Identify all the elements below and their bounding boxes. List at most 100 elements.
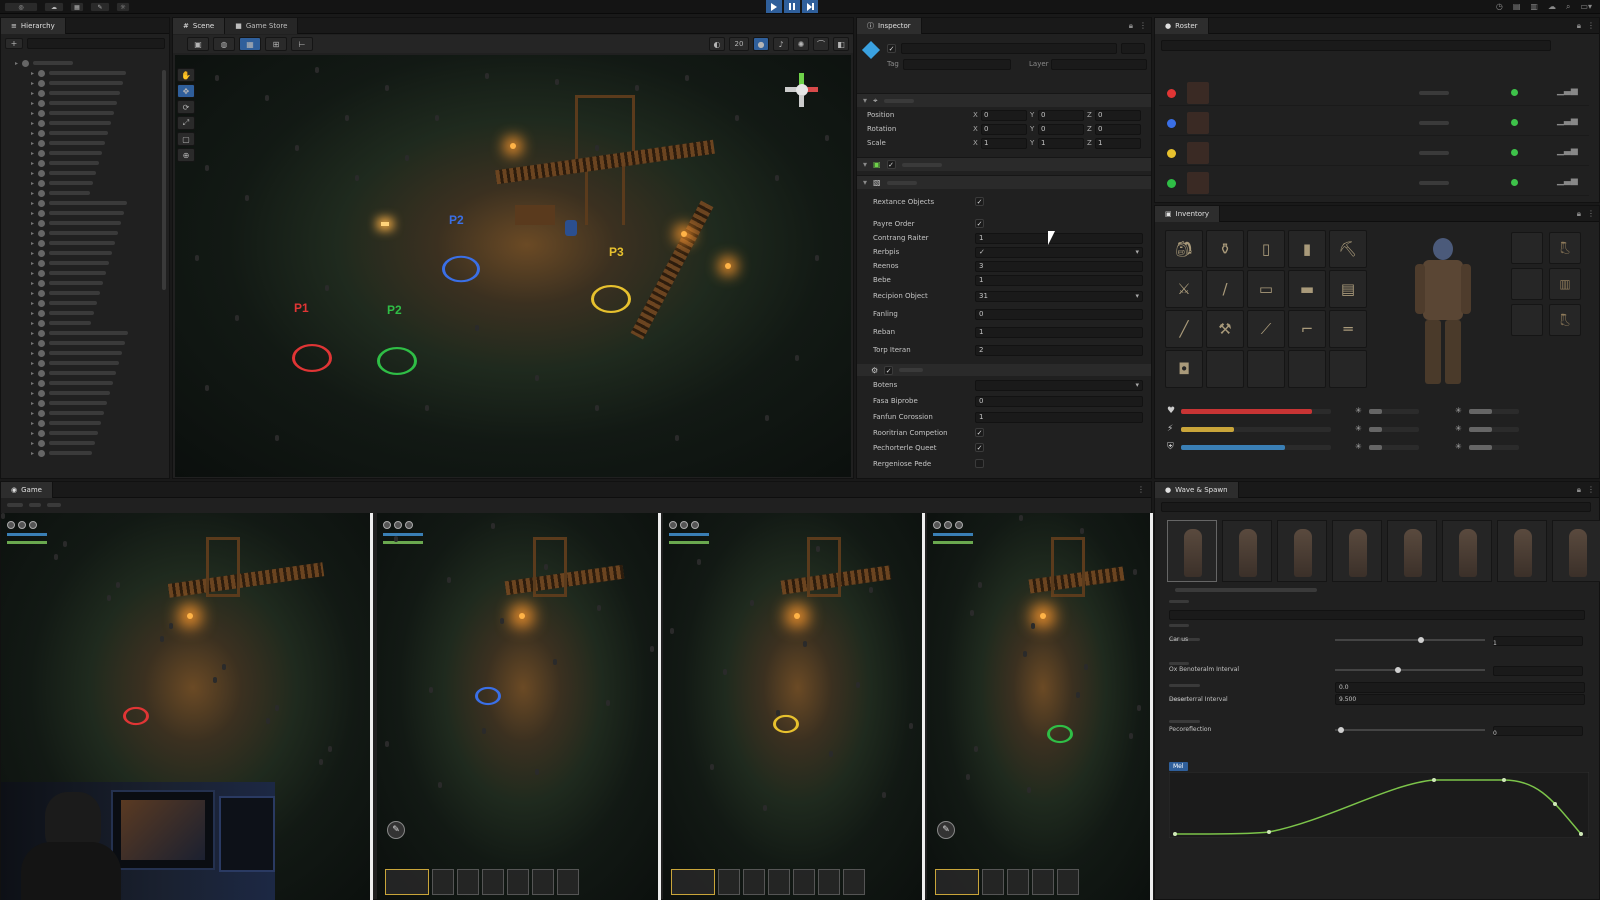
component-header-1[interactable]: ▾ ▣ ✓	[857, 157, 1151, 171]
hierarchy-item[interactable]: ▸	[31, 348, 123, 358]
inventory-slot[interactable]	[1288, 350, 1326, 388]
enemy-card[interactable]	[1222, 520, 1272, 582]
hierarchy-item[interactable]: ▸	[31, 318, 92, 328]
wave-value-field[interactable]: 9.500	[1335, 694, 1585, 705]
hierarchy-item[interactable]: ▸	[31, 88, 121, 98]
field-checkbox[interactable]: ✓	[975, 219, 984, 228]
field-dropdown[interactable]: ✓ ▾	[975, 247, 1143, 258]
hierarchy-item[interactable]: ▸	[31, 108, 115, 118]
hierarchy-item[interactable]: ▸	[31, 68, 127, 78]
player-game-view[interactable]: ✎	[927, 513, 1153, 900]
hierarchy-item[interactable]: ▸	[31, 358, 120, 368]
equipment-slot[interactable]	[1511, 268, 1543, 300]
hierarchy-item[interactable]: ▸	[31, 418, 102, 428]
hotbar-slot[interactable]	[818, 869, 840, 895]
roster-row[interactable]: ▁▃▅	[1159, 170, 1589, 196]
hierarchy-item[interactable]: ▸	[31, 438, 96, 448]
audio-button[interactable]: ♪	[773, 37, 789, 51]
draw-mode-button[interactable]: ▣	[187, 37, 209, 51]
hotbar-slot[interactable]	[432, 869, 454, 895]
equipment-slot[interactable]: 👢︎	[1549, 232, 1581, 264]
layers-icon[interactable]: ▤	[1513, 2, 1521, 12]
hierarchy-scrollbar[interactable]	[162, 70, 166, 290]
inventory-lock-icon[interactable]: 🔒︎	[1577, 209, 1581, 219]
camera-button[interactable]: ⌒	[813, 37, 829, 51]
add-object-button[interactable]: +	[5, 38, 23, 49]
roster-row[interactable]: ▁▃▅	[1159, 110, 1589, 136]
tag-dropdown[interactable]	[903, 59, 1011, 70]
hotbar-slot[interactable]	[457, 869, 479, 895]
roster-row[interactable]: ▁▃▅	[1159, 80, 1589, 106]
hierarchy-item[interactable]: ▸	[31, 148, 103, 158]
slider-value-field[interactable]	[1493, 636, 1583, 646]
hierarchy-item[interactable]: ▸	[31, 298, 98, 308]
hierarchy-item[interactable]: ▸	[31, 268, 107, 278]
hotbar-slot[interactable]	[935, 869, 979, 895]
equipment-slot[interactable]	[1511, 232, 1543, 264]
transform-y-field[interactable]: 0	[1038, 124, 1084, 135]
scale-tool[interactable]: ⤢	[177, 116, 195, 130]
tab-game-store[interactable]: ■ Game Store	[225, 17, 299, 34]
roster-row[interactable]: ▁▃▅	[1159, 140, 1589, 166]
roster-lock-icon[interactable]: 🔒︎	[1577, 21, 1581, 31]
cloud-button[interactable]: ☁	[44, 2, 64, 12]
extra-button[interactable]: ☼	[116, 2, 130, 12]
hierarchy-item[interactable]: ▸	[31, 448, 93, 458]
slider-value-field[interactable]	[1493, 726, 1583, 736]
field-checkbox[interactable]: ✓	[975, 443, 984, 452]
inventory-slot[interactable]	[1206, 350, 1244, 388]
component-header-2[interactable]: ▾ ▧	[857, 175, 1151, 189]
player-ring-p3[interactable]	[591, 285, 631, 313]
inventory-slot[interactable]: ⟋	[1247, 310, 1285, 348]
transform-y-field[interactable]: 1	[1038, 138, 1084, 149]
field-dropdown[interactable]: ▾	[975, 380, 1143, 391]
package-icon[interactable]: ▥	[1530, 2, 1538, 12]
hotbar-slot[interactable]	[385, 869, 429, 895]
hotbar-slot[interactable]	[532, 869, 554, 895]
collab-button[interactable]: ▦	[70, 2, 84, 12]
player-ring-p2-blue[interactable]	[442, 255, 480, 283]
wave-slider[interactable]	[1335, 727, 1485, 733]
hotbar-slot[interactable]	[768, 869, 790, 895]
player-game-view[interactable]	[663, 513, 925, 900]
hierarchy-search-input[interactable]	[27, 38, 165, 49]
move-tool[interactable]: ✥	[177, 84, 195, 98]
hierarchy-item[interactable]: ▸	[31, 408, 105, 418]
tab-wave-spawn[interactable]: ● Wave & Spawn	[1155, 481, 1239, 498]
enemy-card[interactable]	[1167, 520, 1217, 582]
transform-z-field[interactable]: 0	[1095, 110, 1141, 121]
player-ring-p2-green[interactable]	[377, 347, 417, 375]
hierarchy-item[interactable]: ▸	[31, 398, 108, 408]
equipment-slot[interactable]	[1511, 304, 1543, 336]
play-button[interactable]	[766, 0, 782, 13]
equipment-slot[interactable]: ▥	[1549, 268, 1581, 300]
transform-z-field[interactable]: 0	[1095, 124, 1141, 135]
hierarchy-item[interactable]: ▸	[31, 158, 100, 168]
inventory-slot[interactable]: ⚔	[1165, 270, 1203, 308]
hotbar-slot[interactable]	[507, 869, 529, 895]
hierarchy-item[interactable]: ▸	[31, 78, 124, 88]
player-ring-p1[interactable]	[292, 344, 332, 372]
component-header-3[interactable]: ⚙ ✓	[857, 364, 1151, 376]
search-icon[interactable]: ⌕	[1566, 2, 1570, 12]
inventory-slot[interactable]: ▬	[1288, 270, 1326, 308]
inventory-slot[interactable]: ⚱	[1206, 230, 1244, 268]
hand-tool[interactable]: ✋	[177, 68, 195, 82]
hierarchy-item[interactable]: ▸	[31, 218, 122, 228]
hotbar-slot[interactable]	[671, 869, 715, 895]
gizmos-button[interactable]: ◧	[833, 37, 849, 51]
inventory-slot[interactable]: ⚒	[1206, 310, 1244, 348]
hierarchy-item[interactable]: ▸	[31, 178, 94, 188]
wave-dropdown[interactable]	[1169, 610, 1585, 620]
snap-button[interactable]: ⊞	[265, 37, 287, 51]
inventory-slot[interactable]: ═	[1329, 310, 1367, 348]
field-input[interactable]: 3	[975, 261, 1143, 272]
hierarchy-item[interactable]: ▸	[31, 208, 125, 218]
static-toggle[interactable]	[1121, 43, 1145, 54]
hierarchy-item[interactable]: ▸	[31, 328, 129, 338]
field-input[interactable]: 0	[975, 309, 1143, 320]
hotbar-slot[interactable]	[1057, 869, 1079, 895]
transform-header[interactable]: ▾ ⌖	[857, 93, 1151, 107]
enemy-card[interactable]	[1497, 520, 1547, 582]
inventory-slot[interactable]: ⛏	[1329, 230, 1367, 268]
